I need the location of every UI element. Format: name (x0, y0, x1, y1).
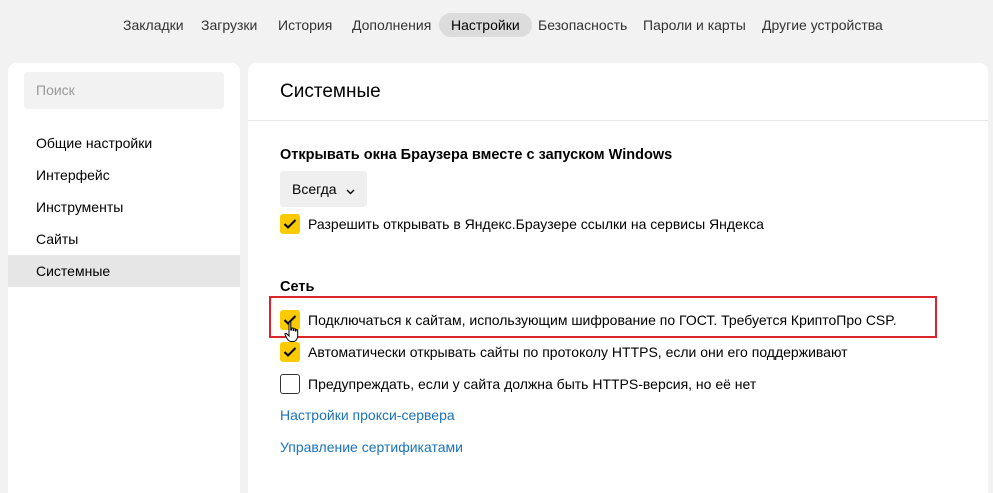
tab-passwords-and-cards[interactable]: Пароли и карты (643, 13, 746, 37)
tab-other-devices[interactable]: Другие устройства (762, 13, 883, 37)
auto-https-label: Автоматически открывать сайты по протоко… (308, 344, 848, 360)
settings-main-panel: Системные Открывать окна Браузера вместе… (248, 63, 988, 493)
settings-sidebar: Поиск Общие настройки Интерфейс Инструме… (8, 63, 240, 493)
top-navigation: Закладки Загрузки История Дополнения Нас… (0, 0, 993, 50)
allow-yandex-links-checkbox[interactable] (280, 214, 300, 234)
chevron-down-icon (346, 172, 355, 208)
sidebar-item-tools[interactable]: Инструменты (8, 191, 240, 223)
allow-yandex-links-label: Разрешить открывать в Яндекс.Браузере сс… (308, 216, 764, 232)
tab-bookmarks[interactable]: Закладки (123, 13, 184, 37)
title-divider (248, 120, 988, 121)
startup-dropdown-value: Всегда (292, 181, 337, 197)
sidebar-item-sites[interactable]: Сайты (8, 223, 240, 255)
network-heading: Сеть (280, 279, 315, 295)
highlight-annotation-box (269, 296, 937, 338)
proxy-settings-link[interactable]: Настройки прокси-сервера (280, 407, 455, 423)
https-warning-label: Предупреждать, если у сайта должна быть … (308, 376, 757, 392)
checkmark-icon (283, 219, 297, 229)
startup-dropdown[interactable]: Всегда (280, 171, 368, 208)
sidebar-item-system[interactable]: Системные (8, 255, 240, 287)
sidebar-item-general[interactable]: Общие настройки (8, 127, 240, 159)
tab-settings[interactable]: Настройки (439, 13, 532, 37)
hand-pointer-cursor-icon (284, 321, 300, 348)
https-warning-checkbox[interactable] (280, 374, 300, 394)
certificates-link[interactable]: Управление сертификатами (280, 439, 463, 455)
tab-extensions[interactable]: Дополнения (352, 13, 431, 37)
tab-downloads[interactable]: Загрузки (201, 13, 257, 37)
sidebar-item-interface[interactable]: Интерфейс (8, 159, 240, 191)
startup-heading: Открывать окна Браузера вместе с запуско… (280, 147, 673, 163)
tab-history[interactable]: История (278, 13, 332, 37)
search-input[interactable]: Поиск (24, 72, 224, 109)
tab-security[interactable]: Безопасность (538, 13, 627, 37)
page-title: Системные (280, 81, 381, 102)
